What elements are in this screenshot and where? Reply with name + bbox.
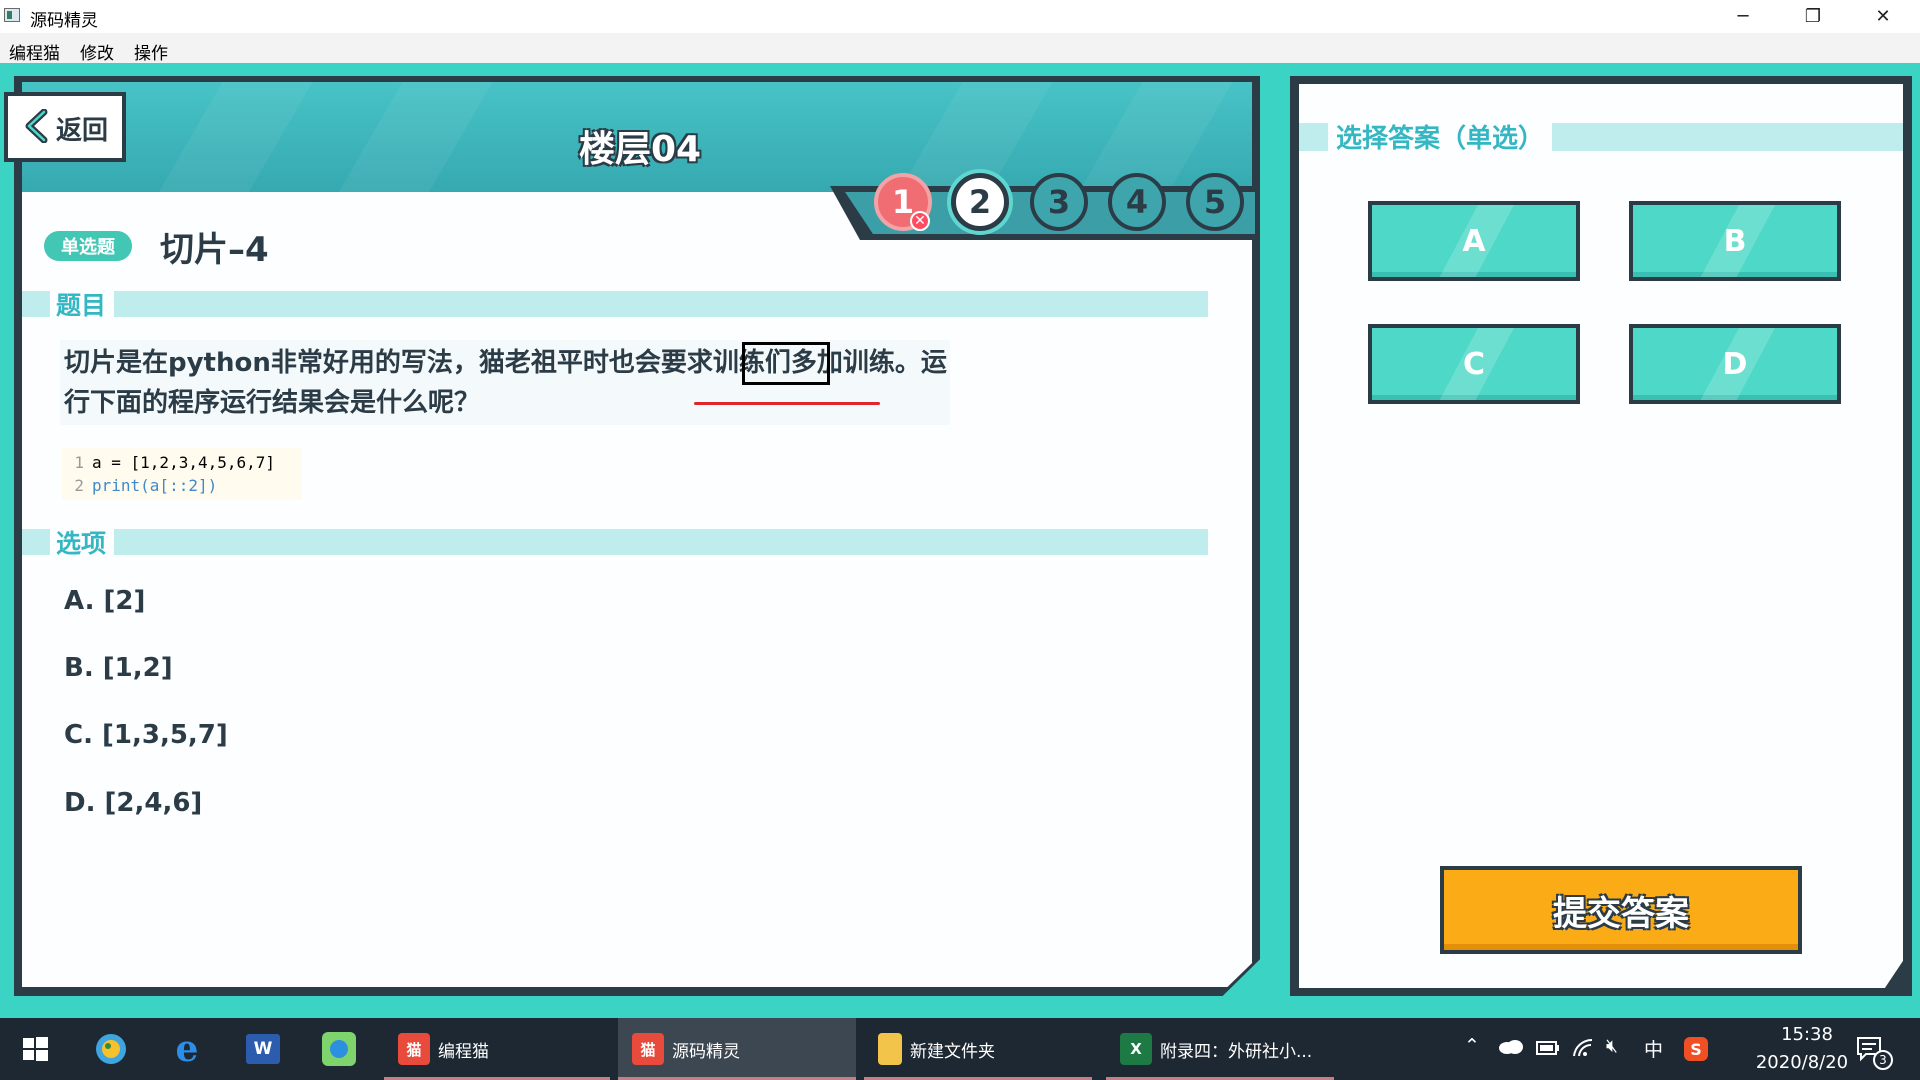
bird-app-icon[interactable] xyxy=(320,1030,358,1068)
parrot-app-icon[interactable] xyxy=(92,1030,130,1068)
sogou-ime-icon[interactable]: S xyxy=(1684,1037,1708,1061)
volume-muted-icon[interactable]: 🔇︎ xyxy=(1606,1035,1618,1057)
options-section-bar xyxy=(22,529,1208,555)
menu-bar xyxy=(0,33,1920,63)
taskbar-app-new-folder[interactable]: 新建文件夹 xyxy=(864,1018,1092,1080)
option-d: D. [2,4,6] xyxy=(64,788,203,818)
answer-d-button[interactable]: D xyxy=(1629,324,1841,404)
title-bar xyxy=(0,0,1920,33)
window-title: 源码精灵 xyxy=(30,11,98,31)
battery-icon[interactable] xyxy=(1536,1039,1560,1061)
code-text: a = [1,2,3,4,5,6,7] xyxy=(92,453,276,472)
excel-icon: X xyxy=(1120,1033,1152,1065)
option-a: A. [2] xyxy=(64,586,146,616)
menu-item-edit[interactable]: 修改 xyxy=(80,39,114,64)
step-2-button[interactable]: 2 xyxy=(951,173,1009,231)
clock-time[interactable]: 15:38 xyxy=(1760,1024,1854,1045)
answer-b-button[interactable]: B xyxy=(1629,201,1841,281)
question-title: 切片–4 xyxy=(160,230,269,270)
code-line-2: 2 print(a[::2]) xyxy=(74,476,218,495)
code-block: 1a = [1,2,3,4,5,6,7] 2 print(a[::2]) xyxy=(62,448,302,500)
question-type-badge: 单选题 xyxy=(44,231,132,261)
answer-d-label: D xyxy=(1722,346,1748,382)
step-4-button[interactable]: 4 xyxy=(1108,173,1166,231)
onedrive-cloud-icon[interactable] xyxy=(1498,1037,1524,1060)
notification-count-badge: 3 xyxy=(1873,1050,1893,1070)
taskbar-app-yuanma-jingling[interactable]: 猫 源码精灵 xyxy=(618,1018,856,1080)
step-3-button[interactable]: 3 xyxy=(1030,173,1088,231)
floor-title: 楼层04 xyxy=(578,129,702,170)
cat-app-icon: 猫 xyxy=(398,1033,430,1065)
menu-item-operate[interactable]: 操作 xyxy=(134,39,168,64)
taskbar-app-biancheng-mao[interactable]: 猫 编程猫 xyxy=(384,1018,610,1080)
windows-logo-icon xyxy=(23,1037,48,1061)
answer-section-label: 选择答案（单选） xyxy=(1328,118,1553,155)
answer-c-button[interactable]: C xyxy=(1368,324,1580,404)
question-section-label: 题目 xyxy=(50,286,115,322)
word-icon[interactable]: W xyxy=(244,1030,282,1068)
app-icon xyxy=(4,8,20,22)
back-label: 返回 xyxy=(56,116,109,146)
wifi-icon[interactable] xyxy=(1572,1038,1594,1063)
option-b: B. [1,2] xyxy=(64,653,173,683)
tray-chevron-up-icon[interactable]: ⌃ xyxy=(1464,1035,1480,1057)
edge-browser-icon[interactable]: e xyxy=(168,1028,206,1070)
answer-b-label: B xyxy=(1723,223,1747,259)
cat-app-icon: 猫 xyxy=(632,1033,664,1065)
annotation-box xyxy=(742,342,830,385)
minimize-button[interactable]: ─ xyxy=(1708,0,1778,33)
restore-button[interactable]: ❐ xyxy=(1778,0,1848,33)
answer-a-label: A xyxy=(1462,223,1486,259)
submit-answer-button[interactable]: 提交答案 xyxy=(1440,866,1802,954)
option-c: C. [1,3,5,7] xyxy=(64,720,228,750)
annotation-underline xyxy=(694,402,880,405)
code-text: print(a[::2]) xyxy=(92,476,218,495)
answer-a-button[interactable]: A xyxy=(1368,201,1580,281)
back-button[interactable]: 返回 xyxy=(4,92,126,162)
code-line-1: 1a = [1,2,3,4,5,6,7] xyxy=(74,453,276,472)
options-section-label: 选项 xyxy=(50,524,115,560)
question-section-bar xyxy=(22,291,1208,317)
folder-icon xyxy=(878,1033,902,1065)
wrong-x-icon: ✕ xyxy=(910,211,930,231)
answer-c-label: C xyxy=(1462,346,1486,382)
close-button[interactable]: ✕ xyxy=(1848,0,1918,33)
windows-start-icon[interactable] xyxy=(16,1030,54,1068)
chevron-left-icon xyxy=(25,109,48,143)
clock-date[interactable]: 2020/8/20 xyxy=(1736,1052,1868,1073)
taskbar-app-excel[interactable]: X 附录四：外研社小... xyxy=(1106,1018,1334,1080)
ime-indicator[interactable]: 中 xyxy=(1644,1035,1663,1062)
menu-item-biancheng-mao[interactable]: 编程猫 xyxy=(9,39,60,64)
step-5-button[interactable]: 5 xyxy=(1186,173,1244,231)
